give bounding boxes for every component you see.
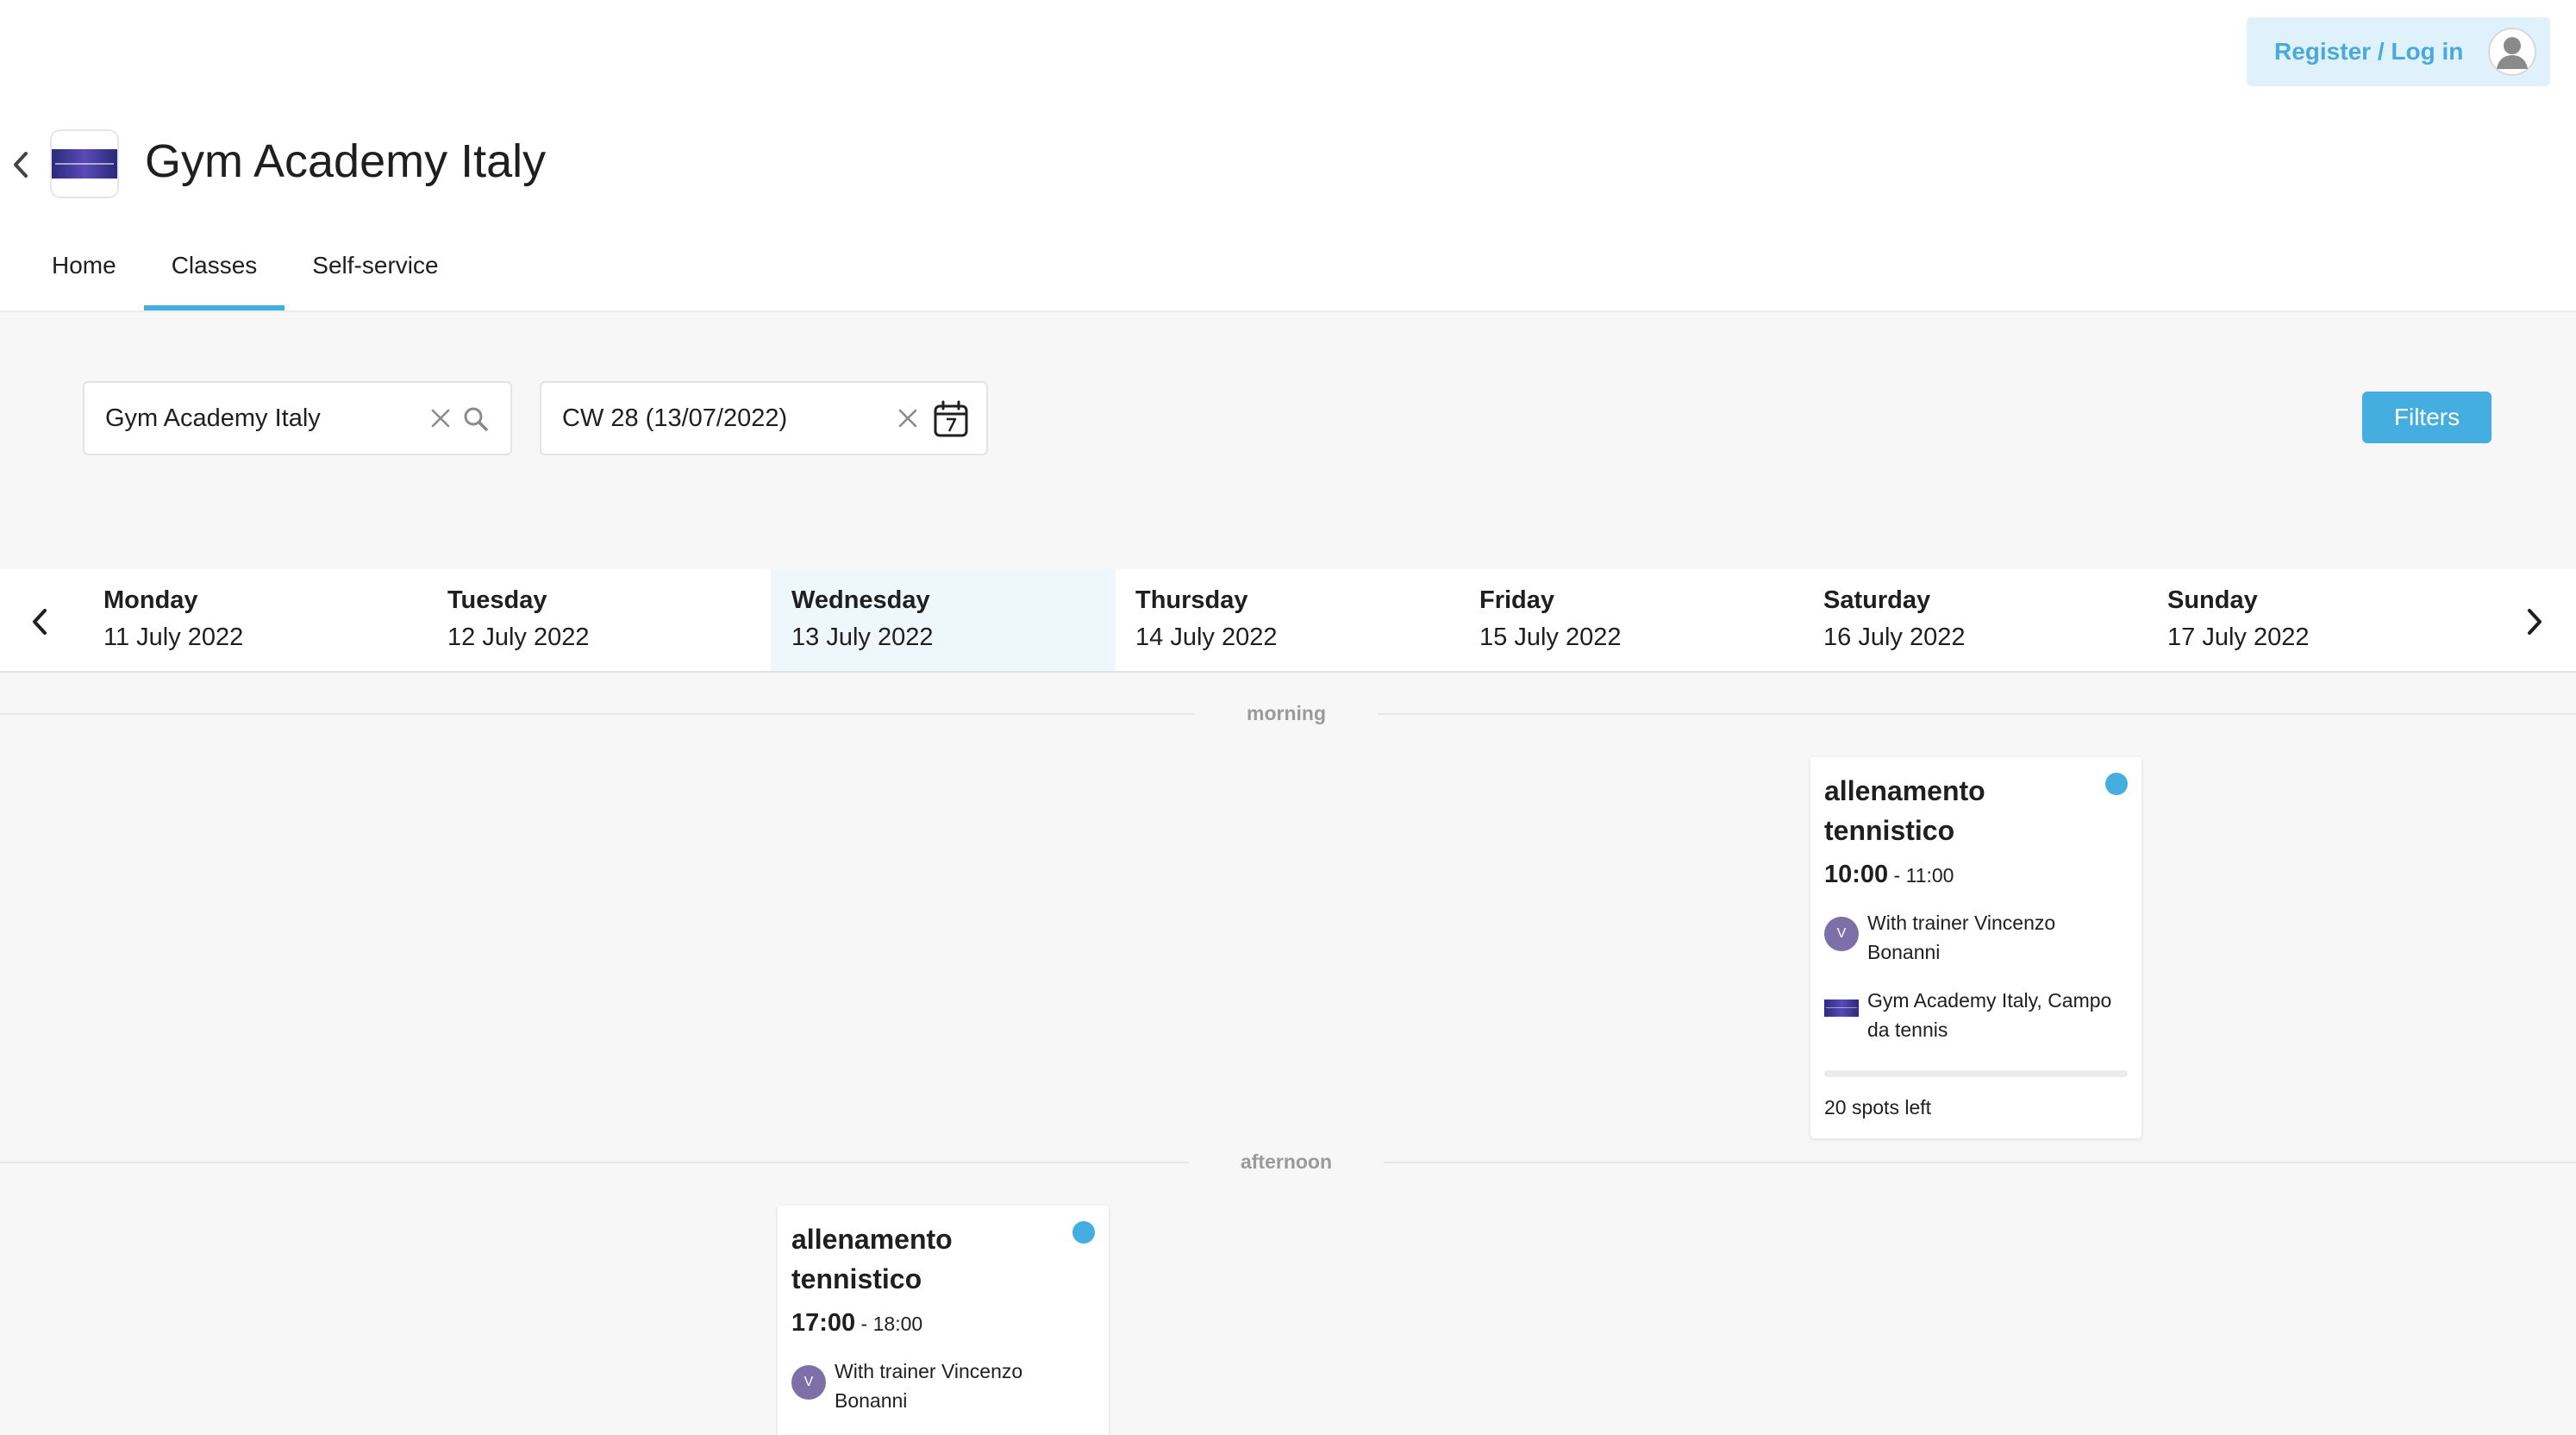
class-time: 10:00 - 11:00	[1824, 861, 2128, 889]
chevron-right-icon[interactable]	[2524, 605, 2545, 638]
day-friday[interactable]: Friday 15 July 2022	[1459, 569, 1804, 671]
day-date: 11 July 2022	[103, 624, 244, 651]
day-name: Wednesday	[791, 586, 930, 614]
user-avatar-icon	[2488, 28, 2536, 76]
schedule-area	[0, 673, 2576, 1435]
day-thursday[interactable]: Thursday 14 July 2022	[1115, 569, 1460, 671]
tab-home[interactable]: Home	[24, 241, 144, 310]
class-start-time: 17:00	[791, 1309, 856, 1337]
filters-button[interactable]: Filters	[2362, 392, 2492, 443]
class-start-time: 10:00	[1824, 861, 1889, 888]
register-login-button[interactable]: Register / Log in	[2247, 17, 2550, 86]
location-text: Gym Academy Italy, Campo da tennis	[1867, 989, 2112, 1041]
trainer-avatar: V	[1824, 917, 1859, 951]
day-name: Saturday	[1823, 586, 1931, 614]
status-dot	[2105, 773, 2128, 795]
trainer-row: V With trainer Vincenzo Bonanni	[791, 1357, 1095, 1415]
spots-left: 20 spots left	[1824, 1096, 1932, 1119]
close-icon[interactable]	[429, 407, 452, 429]
chevron-left-icon[interactable]	[29, 605, 50, 638]
main-tabs: Home Classes Self-service	[24, 241, 466, 310]
day-name: Sunday	[2167, 586, 2258, 614]
calendar-icon[interactable]	[933, 400, 969, 438]
register-login-label: Register / Log in	[2274, 38, 2464, 65]
week-value: CW 28 (13/07/2022)	[562, 404, 788, 432]
day-saturday[interactable]: Saturday 16 July 2022	[1803, 569, 2148, 671]
trainer-avatar: V	[791, 1365, 826, 1400]
day-name: Thursday	[1135, 586, 1248, 614]
class-time: 17:00 - 18:00	[791, 1309, 1095, 1338]
period-label-afternoon: afternoon	[1188, 1150, 1385, 1174]
class-title: allenamento tennistico	[1824, 775, 1985, 846]
filter-bar: Gym Academy Italy CW 28 (13/07/2022) Fil…	[0, 310, 2576, 569]
day-name: Monday	[103, 586, 198, 614]
class-card[interactable]: allenamento tennistico 10:00 - 11:00 V W…	[1810, 757, 2141, 1138]
status-dot	[1072, 1221, 1095, 1244]
back-chevron-icon[interactable]	[10, 148, 31, 181]
trainer-text: With trainer Vincenzo Bonanni	[1867, 912, 2056, 963]
tab-classes[interactable]: Classes	[143, 241, 285, 310]
class-end-time: - 18:00	[855, 1313, 923, 1335]
trainer-text: With trainer Vincenzo Bonanni	[835, 1360, 1023, 1412]
club-logo	[50, 129, 119, 198]
day-monday[interactable]: Monday 11 July 2022	[83, 569, 428, 671]
day-date: 15 July 2022	[1479, 624, 1622, 651]
week-picker-field[interactable]: CW 28 (13/07/2022)	[540, 381, 988, 455]
spots-progress-bar	[1824, 1070, 2128, 1077]
class-end-time: - 11:00	[1888, 864, 1954, 887]
class-card[interactable]: allenamento tennistico 17:00 - 18:00 V W…	[778, 1206, 1109, 1435]
location-logo	[1824, 999, 1859, 1017]
day-sunday[interactable]: Sunday 17 July 2022	[2147, 569, 2492, 671]
page-title: Gym Academy Italy	[145, 135, 547, 187]
day-date: 13 July 2022	[791, 624, 934, 651]
day-tuesday[interactable]: Tuesday 12 July 2022	[427, 569, 772, 671]
close-icon[interactable]	[897, 407, 919, 429]
location-row: Gym Academy Italy, Campo da tennis	[1824, 986, 2128, 1044]
tab-self-service[interactable]: Self-service	[284, 241, 466, 310]
day-date: 16 July 2022	[1823, 624, 1966, 651]
day-name: Friday	[1479, 586, 1555, 614]
trainer-row: V With trainer Vincenzo Bonanni	[1824, 908, 2128, 967]
day-date: 12 July 2022	[447, 624, 590, 651]
day-name: Tuesday	[447, 586, 547, 614]
class-title: allenamento tennistico	[791, 1224, 953, 1294]
location-search-field[interactable]: Gym Academy Italy	[83, 381, 512, 455]
day-date: 17 July 2022	[2167, 624, 2310, 651]
day-wednesday[interactable]: Wednesday 13 July 2022	[771, 569, 1116, 671]
week-day-strip: Monday 11 July 2022 Tuesday 12 July 2022…	[0, 569, 2576, 673]
day-date: 14 July 2022	[1135, 624, 1278, 651]
search-icon[interactable]	[462, 405, 490, 433]
period-label-morning: morning	[1195, 702, 1378, 725]
location-value: Gym Academy Italy	[105, 404, 321, 432]
